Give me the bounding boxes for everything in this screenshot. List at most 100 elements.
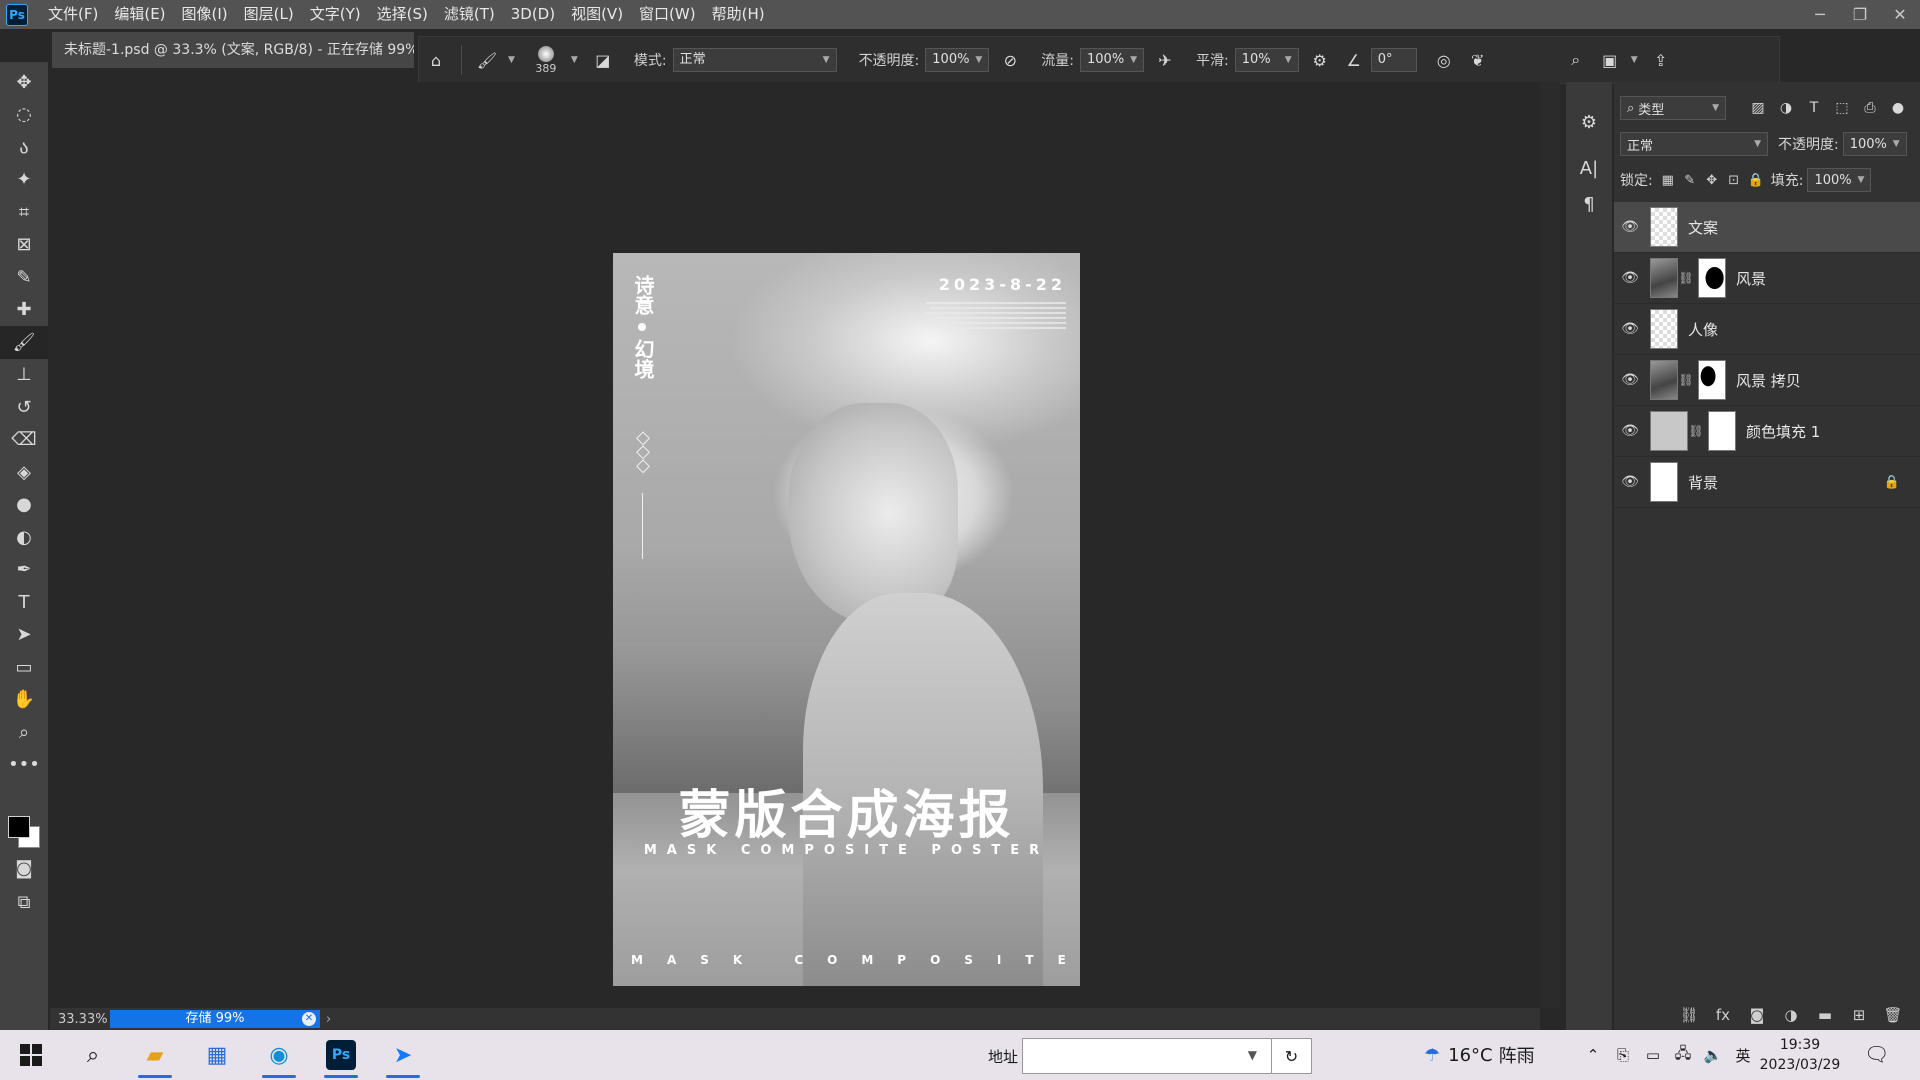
lasso-tool-icon[interactable]: ა (0, 131, 48, 164)
frame-tool-icon[interactable]: ⊠ (0, 229, 48, 262)
lock-transparent-icon[interactable]: ▦ (1657, 173, 1679, 188)
dodge-tool-icon[interactable]: ◐ (0, 521, 48, 554)
poster-canvas[interactable]: 诗意 幻境 ◇ ◇ ◇ 2023-8-22 蒙版合成海报 MASK COMPOSIT… (613, 253, 1080, 986)
link-icon[interactable]: ⛓ (1678, 373, 1694, 387)
layer-filter-select[interactable]: ⌕ 类型 ▼ (1620, 96, 1726, 120)
menu-layer[interactable]: 图层(L) (236, 0, 302, 29)
chevron-up-icon[interactable]: ⌃ (1578, 1046, 1608, 1064)
edge-browser-icon[interactable]: ◉ (248, 1030, 310, 1080)
zoom-level[interactable]: 33.33% (50, 1012, 110, 1027)
menu-help[interactable]: 帮助(H) (704, 0, 773, 29)
feishu-app-icon[interactable]: ➤ (372, 1030, 434, 1080)
opacity-input[interactable]: 100% ▼ (925, 48, 990, 72)
menu-image[interactable]: 图像(I) (174, 0, 236, 29)
menu-type[interactable]: 文字(Y) (302, 0, 369, 29)
magic-wand-tool-icon[interactable]: ✦ (0, 164, 48, 197)
pressure-opacity-icon[interactable]: ⊘ (997, 47, 1023, 73)
system-clock[interactable]: 19:39 2023/03/29 (1752, 1035, 1848, 1075)
chevron-down-icon[interactable]: ▼ (571, 55, 578, 65)
gear-icon[interactable]: ⚙ (1307, 47, 1333, 73)
healing-brush-tool-icon[interactable]: ✚ (0, 294, 48, 327)
document-tab[interactable]: 未标题-1.psd @ 33.3% (文案, RGB/8) - 正在存储 99% (52, 32, 414, 68)
blend-mode-select[interactable]: 正常 ▼ (1620, 132, 1768, 156)
new-group-icon[interactable]: ▬ (1808, 1006, 1842, 1024)
layer-row-color-fill[interactable]: 👁 ⛓ 颜色填充 1 (1614, 406, 1920, 457)
pixel-filter-icon[interactable]: ▨ (1744, 100, 1772, 116)
menu-3d[interactable]: 3D(D) (503, 0, 563, 29)
filter-toggle-icon[interactable]: ● (1884, 100, 1912, 116)
home-icon[interactable]: ⌂ (423, 47, 449, 73)
pressure-size-icon[interactable]: ◎ (1431, 47, 1457, 73)
menu-edit[interactable]: 编辑(E) (106, 0, 173, 29)
type-filter-icon[interactable]: T (1800, 100, 1828, 116)
marquee-tool-icon[interactable]: ◌ (0, 99, 48, 132)
color-swatches[interactable] (6, 806, 46, 848)
link-layers-icon[interactable]: ⛓ (1672, 1006, 1706, 1024)
lock-position-icon[interactable]: ✥ (1701, 173, 1723, 188)
workspace-icon[interactable]: ▣ (1597, 47, 1623, 73)
visibility-eye-icon[interactable]: 👁 (1614, 423, 1646, 439)
history-brush-tool-icon[interactable]: ↺ (0, 391, 48, 424)
paragraph-panel-icon[interactable]: ¶ (1566, 186, 1612, 222)
lock-pixels-icon[interactable]: ✎ (1679, 173, 1701, 188)
blur-tool-icon[interactable]: ● (0, 489, 48, 522)
weather-widget[interactable]: ☂ 16°C 阵雨 (1424, 1030, 1535, 1080)
lock-all-icon[interactable]: 🔒 (1745, 173, 1767, 188)
chevron-right-icon[interactable]: › (326, 1012, 331, 1027)
lock-artboard-icon[interactable]: ⊡ (1723, 173, 1745, 188)
menu-file[interactable]: 文件(F) (40, 0, 106, 29)
close-button[interactable]: ✕ (1880, 0, 1920, 29)
screen-mode-icon[interactable]: ⧉ (0, 886, 48, 919)
shape-filter-icon[interactable]: ⬚ (1828, 100, 1856, 116)
eraser-tool-icon[interactable]: ⌫ (0, 424, 48, 457)
layer-mask-thumbnail[interactable] (1698, 258, 1726, 298)
link-icon[interactable]: ⛓ (1678, 271, 1694, 285)
menu-window[interactable]: 窗口(W) (631, 0, 704, 29)
brush-size-picker[interactable]: 389 (529, 40, 563, 80)
layer-opacity-input[interactable]: 100% ▼ (1842, 132, 1907, 156)
brush-tool-icon[interactable]: 🖌 (0, 326, 48, 359)
visibility-eye-icon[interactable]: 👁 (1614, 321, 1646, 337)
minimize-button[interactable]: ─ (1800, 0, 1840, 29)
more-tools-icon[interactable]: ••• (0, 749, 48, 782)
network-icon[interactable]: 🖧 (1668, 1043, 1698, 1068)
restore-button[interactable]: ❐ (1840, 0, 1880, 29)
canvas-area[interactable]: 诗意 幻境 ◇ ◇ ◇ 2023-8-22 蒙版合成海报 MASK COMPOSIT… (50, 82, 1540, 1008)
volume-icon[interactable]: 🔈 (1698, 1046, 1728, 1064)
pen-tool-icon[interactable]: ✒ (0, 554, 48, 587)
chevron-down-icon[interactable]: ▼ (1248, 1048, 1257, 1062)
flow-input[interactable]: 100% ▼ (1080, 48, 1144, 72)
layer-row-background[interactable]: 👁 背景 🔒 (1614, 457, 1920, 508)
layer-row-scenery[interactable]: 👁 ⛓ 风景 (1614, 253, 1920, 304)
mode-select[interactable]: 正常 ▼ (672, 48, 837, 72)
fx-icon[interactable]: fx (1706, 1006, 1740, 1024)
store-icon[interactable]: ▦ (186, 1030, 248, 1080)
file-explorer-icon[interactable]: ▰ (124, 1030, 186, 1080)
visibility-eye-icon[interactable]: 👁 (1614, 372, 1646, 388)
smart-object-filter-icon[interactable]: ⎙ (1856, 100, 1884, 116)
add-mask-icon[interactable]: ◙ (1740, 1006, 1774, 1024)
angle-input[interactable]: 0° (1370, 48, 1417, 72)
smoothing-input[interactable]: 10% ▼ (1234, 48, 1299, 72)
airbrush-icon[interactable]: ✈ (1152, 47, 1178, 73)
visibility-eye-icon[interactable]: 👁 (1614, 219, 1646, 235)
quick-mask-icon[interactable]: ◙ (0, 852, 48, 885)
layer-mask-thumbnail[interactable] (1698, 360, 1726, 400)
trash-icon[interactable]: 🗑 (1876, 1006, 1910, 1024)
layer-row-scenery-copy[interactable]: 👁 ⛓ 风景 拷贝 (1614, 355, 1920, 406)
battery-icon[interactable]: ▭ (1638, 1046, 1668, 1064)
refresh-icon[interactable]: ↻ (1271, 1039, 1311, 1073)
layer-row-copy[interactable]: 👁 文案 (1614, 202, 1920, 253)
adjustment-filter-icon[interactable]: ◑ (1772, 100, 1800, 116)
cancel-save-icon[interactable]: ✕ (302, 1012, 316, 1026)
menu-select[interactable]: 选择(S) (369, 0, 436, 29)
character-panel-icon[interactable]: A| (1566, 150, 1612, 186)
notification-icon[interactable]: 🗨 (1864, 1042, 1889, 1066)
zoom-tool-icon[interactable]: ⌕ (0, 716, 48, 749)
new-layer-icon[interactable]: ⊞ (1842, 1006, 1876, 1024)
usb-icon[interactable]: ⎘ (1608, 1046, 1638, 1064)
chevron-down-icon[interactable]: ▼ (508, 55, 515, 65)
foreground-color-swatch[interactable] (8, 816, 30, 838)
rectangle-tool-icon[interactable]: ▭ (0, 651, 48, 684)
adjustment-layer-icon[interactable]: ◑ (1774, 1006, 1808, 1024)
